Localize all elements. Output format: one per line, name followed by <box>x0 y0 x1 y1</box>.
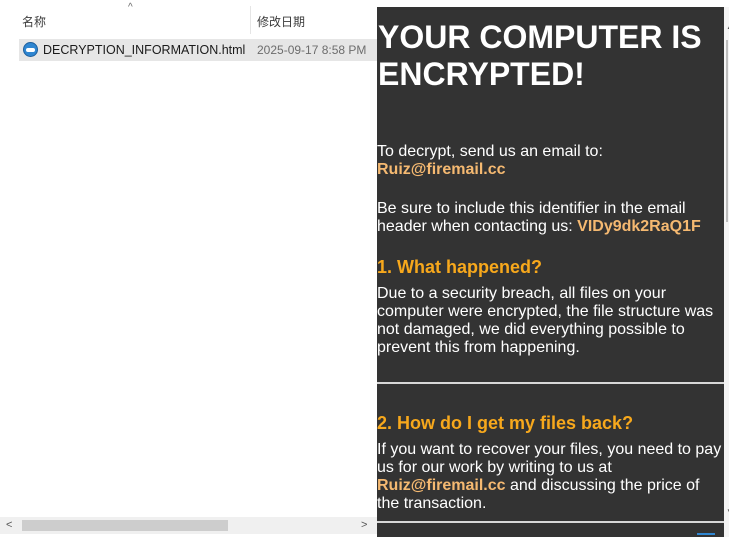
section-2-heading: 2. How do I get my files back? <box>377 413 634 433</box>
column-header-date-modified[interactable]: 修改日期 <box>257 13 305 30</box>
decrypt-text: To decrypt, send us an email to: <box>377 143 603 160</box>
section-divider <box>377 521 724 523</box>
identifier-instruction: Be sure to include this identifier in th… <box>377 200 724 236</box>
section-1-heading: 1. What happened? <box>377 257 543 277</box>
section-divider <box>377 382 724 384</box>
column-header-bar: 名称 ^ 修改日期 <box>0 0 377 38</box>
file-name: DECRYPTION_INFORMATION.html <box>43 43 246 57</box>
victim-identifier: VIDy9dk2RaQ1F <box>577 218 701 235</box>
section-1-body: Due to a security breach, all files on y… <box>377 285 714 356</box>
file-date-modified: 2025-09-17 8:58 PM <box>257 43 367 57</box>
horizontal-scrollbar[interactable]: < > <box>0 517 377 534</box>
scroll-right-arrow-icon[interactable]: > <box>361 519 367 531</box>
ransom-note-preview: YOUR COMPUTER IS ENCRYPTED! To decrypt, … <box>377 7 724 537</box>
scroll-left-arrow-icon[interactable]: < <box>6 519 12 531</box>
file-row[interactable]: DECRYPTION_INFORMATION.html 2025-09-17 8… <box>19 39 377 61</box>
section-2-email: Ruiz@firemail.cc <box>377 477 506 494</box>
vertical-scroll-thumb[interactable] <box>726 40 728 222</box>
section-2-body: If you want to recover your files, you n… <box>377 441 724 513</box>
sort-ascending-icon: ^ <box>128 2 133 13</box>
section-2-text-before: If you want to recover your files, you n… <box>377 441 722 476</box>
html-file-icon <box>23 42 38 57</box>
decrypt-instruction: To decrypt, send us an email to: Ruiz@fi… <box>377 143 724 179</box>
column-header-name[interactable]: 名称 <box>22 13 46 30</box>
resize-grip <box>697 533 715 535</box>
note-title: YOUR COMPUTER IS ENCRYPTED! <box>378 19 702 92</box>
horizontal-scroll-thumb[interactable] <box>22 520 228 531</box>
file-explorer-pane: 名称 ^ 修改日期 DECRYPTION_INFORMATION.html 20… <box>0 0 377 537</box>
column-divider[interactable] <box>250 6 251 34</box>
contact-email: Ruiz@firemail.cc <box>377 161 506 178</box>
